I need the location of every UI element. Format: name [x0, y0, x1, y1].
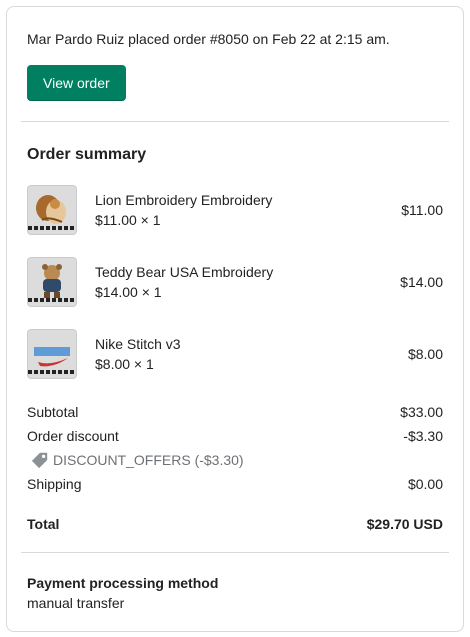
- line-item: Nike Stitch v3 $8.00 × 1 $8.00: [27, 328, 443, 380]
- shipping-value: $0.00: [407, 476, 443, 492]
- discount-code: DISCOUNT_OFFERS (-$3.30): [31, 448, 443, 472]
- shipping-label: Shipping: [27, 476, 82, 492]
- order-discount-row: Order discount -$3.30: [27, 424, 443, 448]
- item-name: Lion Embroidery Embroidery: [95, 192, 273, 208]
- order-notice-section: Mar Pardo Ruiz placed order #8050 on Feb…: [7, 7, 463, 121]
- subtotal-label: Subtotal: [27, 404, 79, 420]
- tag-icon: [31, 452, 48, 469]
- order-summary-section: Order summary Lion Embroidery Embroidery…: [7, 122, 463, 532]
- item-price: $11.00: [401, 202, 443, 218]
- total-row: Total $29.70 USD: [27, 516, 443, 532]
- item-name: Teddy Bear USA Embroidery: [95, 264, 274, 280]
- item-name: Nike Stitch v3: [95, 336, 181, 352]
- nike-stitch-thumbnail: [27, 329, 77, 379]
- line-item: Lion Embroidery Embroidery $11.00 × 1 $1…: [27, 184, 443, 236]
- lion-embroidery-thumbnail: [27, 185, 77, 235]
- item-quantity: $11.00 × 1: [95, 212, 161, 228]
- subtotal-row: Subtotal $33.00: [27, 400, 443, 424]
- teddy-bear-thumbnail: [27, 257, 77, 307]
- line-item: Teddy Bear USA Embroidery $14.00 × 1 $14…: [27, 256, 443, 308]
- item-quantity: $8.00 × 1: [95, 356, 154, 372]
- item-price: $8.00: [407, 346, 443, 362]
- item-quantity: $14.00 × 1: [95, 284, 162, 300]
- payment-method-title: Payment processing method: [27, 575, 219, 591]
- item-price: $14.00: [400, 274, 443, 290]
- order-discount-label: Order discount: [27, 428, 119, 444]
- subtotal-value: $33.00: [400, 404, 443, 420]
- order-discount-value: -$3.30: [403, 428, 443, 444]
- total-label: Total: [27, 516, 60, 532]
- order-notice-text: Mar Pardo Ruiz placed order #8050 on Feb…: [27, 31, 390, 47]
- discount-code-text: DISCOUNT_OFFERS (-$3.30): [53, 452, 244, 468]
- view-order-button[interactable]: View order: [27, 65, 126, 101]
- shipping-row: Shipping $0.00: [27, 472, 443, 496]
- order-summary-title: Order summary: [27, 146, 147, 163]
- payment-section: Payment processing method manual transfe…: [7, 553, 463, 613]
- total-value: $29.70 USD: [366, 516, 443, 532]
- order-notification-card: Mar Pardo Ruiz placed order #8050 on Feb…: [6, 6, 464, 632]
- payment-method-value: manual transfer: [27, 595, 125, 611]
